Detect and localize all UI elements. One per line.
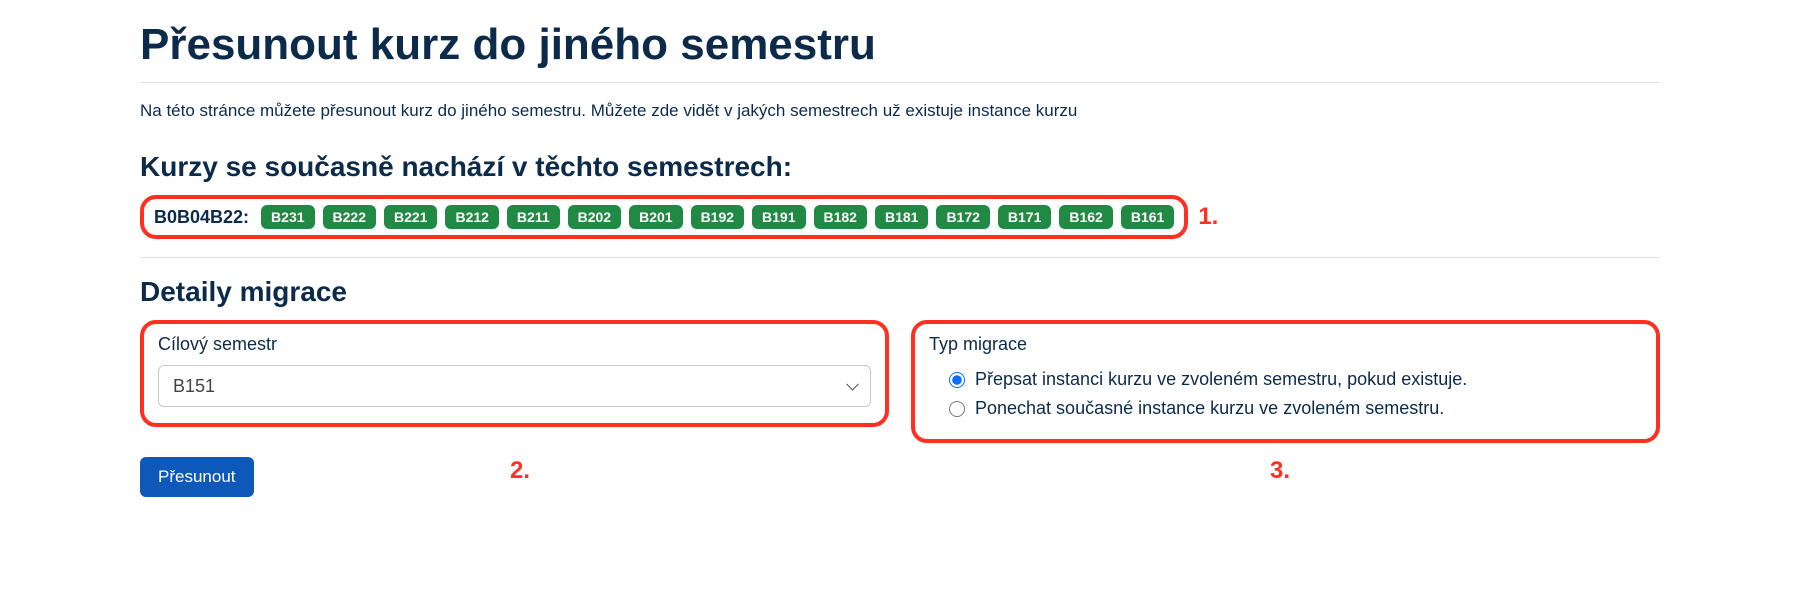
divider	[140, 257, 1660, 258]
submit-button[interactable]: Přesunout	[140, 457, 254, 497]
semester-badge[interactable]: B182	[814, 205, 867, 229]
page-title: Přesunout kurz do jiného semestru	[140, 20, 1660, 70]
semester-badge-row: B0B04B22: B231 B222 B221 B212 B211 B202 …	[154, 205, 1174, 229]
semester-badge[interactable]: B211	[507, 205, 560, 229]
divider	[140, 82, 1660, 83]
semester-badge[interactable]: B222	[323, 205, 376, 229]
radio-label: Přepsat instanci kurzu ve zvoleném semes…	[975, 369, 1467, 390]
annotation-box-1: B0B04B22: B231 B222 B221 B212 B211 B202 …	[140, 195, 1188, 239]
intro-text: Na této stránce můžete přesunout kurz do…	[140, 101, 1660, 121]
course-code-label: B0B04B22:	[154, 207, 249, 228]
annotation-label-3: 3.	[1270, 457, 1290, 485]
annotation-box-2: Cílový semestr B151	[140, 320, 889, 427]
radio-overwrite[interactable]	[949, 372, 965, 388]
semester-badge[interactable]: B201	[629, 205, 682, 229]
semester-badge[interactable]: B202	[568, 205, 621, 229]
semester-badge[interactable]: B172	[936, 205, 989, 229]
semester-badge[interactable]: B181	[875, 205, 928, 229]
target-semester-label: Cílový semestr	[158, 334, 871, 355]
migration-option-keep[interactable]: Ponechat současné instance kurzu ve zvol…	[929, 394, 1642, 423]
annotation-box-3: Typ migrace Přepsat instanci kurzu ve zv…	[911, 320, 1660, 443]
radio-keep[interactable]	[949, 401, 965, 417]
semester-badge[interactable]: B162	[1059, 205, 1112, 229]
migration-type-label: Typ migrace	[929, 334, 1642, 355]
details-heading: Detaily migrace	[140, 276, 1660, 308]
semester-badge[interactable]: B192	[691, 205, 744, 229]
annotation-label-2: 2.	[510, 457, 530, 485]
semester-badge[interactable]: B171	[998, 205, 1051, 229]
radio-label: Ponechat současné instance kurzu ve zvol…	[975, 398, 1444, 419]
target-semester-select[interactable]: B151	[158, 365, 871, 407]
semester-badge[interactable]: B212	[445, 205, 498, 229]
annotation-label-1: 1.	[1198, 203, 1218, 231]
semester-badge[interactable]: B161	[1121, 205, 1174, 229]
semester-badge[interactable]: B221	[384, 205, 437, 229]
semester-badge[interactable]: B231	[261, 205, 314, 229]
semester-badge[interactable]: B191	[752, 205, 805, 229]
current-semesters-heading: Kurzy se současně nachází v těchto semes…	[140, 151, 1660, 183]
migration-option-overwrite[interactable]: Přepsat instanci kurzu ve zvoleném semes…	[929, 365, 1642, 394]
